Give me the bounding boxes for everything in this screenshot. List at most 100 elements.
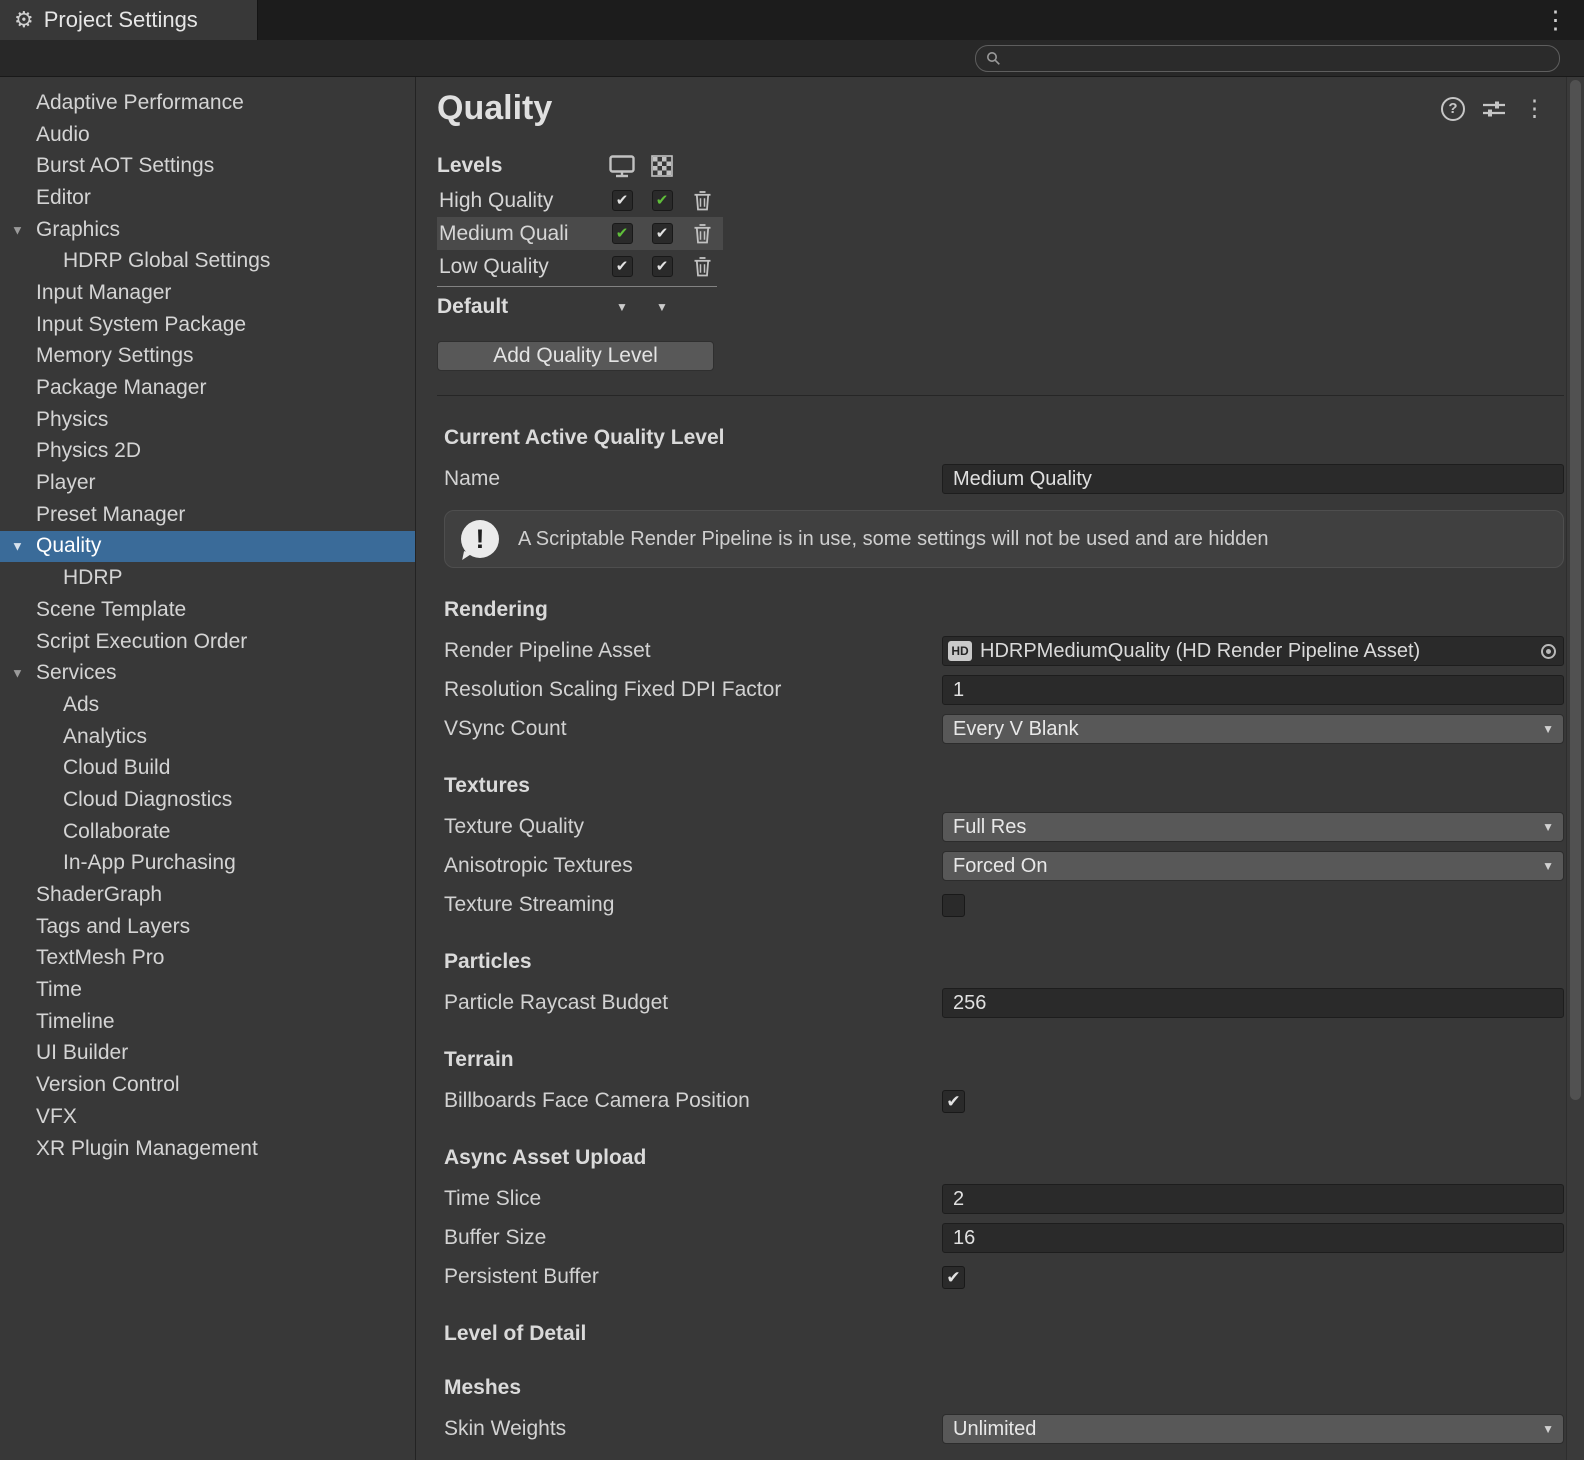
sidebar-item-physics[interactable]: Physics: [0, 404, 415, 436]
sidebar-item-in-app-purchasing[interactable]: In-App Purchasing: [0, 848, 415, 880]
default-dropdown-col1-icon[interactable]: ▼: [616, 300, 628, 314]
sidebar-item-package-manager[interactable]: Package Manager: [0, 372, 415, 404]
level-checkbox-col2[interactable]: ✔: [652, 190, 673, 211]
delete-level-button[interactable]: [693, 190, 712, 211]
quality-level-name: Low Quality: [437, 255, 602, 279]
trash-icon: [693, 223, 712, 244]
search-input[interactable]: [1008, 48, 1549, 69]
level-checkbox-col1[interactable]: ✔: [612, 190, 633, 211]
window-body: Adaptive Performance Audio Burst AOT Set…: [0, 77, 1584, 1460]
name-field[interactable]: Medium Quality: [942, 464, 1564, 494]
quality-settings-panel: Quality ? ⋮ Levels: [416, 77, 1566, 1460]
vertical-scrollbar[interactable]: [1566, 77, 1584, 1460]
sidebar-item-burst-aot-settings[interactable]: Burst AOT Settings: [0, 150, 415, 182]
sidebar-item-player[interactable]: Player: [0, 467, 415, 499]
skin-weights-label: Skin Weights: [437, 1417, 942, 1441]
hdrp-asset-icon: HD: [948, 641, 972, 661]
sidebar-item-timeline[interactable]: Timeline: [0, 1006, 415, 1038]
foldout-open-icon[interactable]: ▼: [11, 666, 24, 681]
sidebar-item-textmesh-pro[interactable]: TextMesh Pro: [0, 943, 415, 975]
sidebar-item-time[interactable]: Time: [0, 974, 415, 1006]
billboards-face-camera-checkbox[interactable]: ✔: [942, 1090, 965, 1113]
check-icon: ✔: [946, 1093, 960, 1110]
sidebar-item-ui-builder[interactable]: UI Builder: [0, 1038, 415, 1070]
default-dropdown-col2-icon[interactable]: ▼: [656, 300, 668, 314]
section-textures: Textures: [444, 774, 1564, 798]
buffer-size-field[interactable]: 16: [942, 1223, 1564, 1253]
quality-level-row-medium[interactable]: Medium Quali ✔ ✔: [437, 217, 723, 250]
sidebar-item-services[interactable]: ▼Services: [0, 657, 415, 689]
project-settings-window: ⚙ Project Settings ⋮ Adaptive Performanc…: [0, 0, 1584, 1460]
help-icon[interactable]: ?: [1441, 97, 1465, 121]
sidebar-item-analytics[interactable]: Analytics: [0, 721, 415, 753]
section-rendering: Rendering: [444, 598, 1564, 622]
window-menu-button[interactable]: ⋮: [1527, 0, 1584, 40]
tab-title: Project Settings: [44, 7, 198, 33]
dpi-factor-field[interactable]: 1: [942, 675, 1564, 705]
sidebar: Adaptive Performance Audio Burst AOT Set…: [0, 77, 416, 1460]
sidebar-item-cloud-diagnostics[interactable]: Cloud Diagnostics: [0, 784, 415, 816]
sidebar-item-preset-manager[interactable]: Preset Manager: [0, 499, 415, 531]
foldout-open-icon[interactable]: ▼: [11, 222, 24, 237]
sidebar-item-audio[interactable]: Audio: [0, 119, 415, 151]
sidebar-item-scene-template[interactable]: Scene Template: [0, 594, 415, 626]
tab-project-settings[interactable]: ⚙ Project Settings: [0, 0, 258, 40]
texture-streaming-checkbox[interactable]: ✔: [942, 894, 965, 917]
sidebar-item-graphics[interactable]: ▼Graphics: [0, 214, 415, 246]
level-checkbox-col2[interactable]: ✔: [652, 223, 673, 244]
billboards-face-camera-label: Billboards Face Camera Position: [437, 1089, 942, 1113]
chevron-down-icon: ▼: [1542, 1422, 1554, 1436]
quality-level-name: High Quality: [437, 189, 602, 213]
sidebar-item-adaptive-performance[interactable]: Adaptive Performance: [0, 87, 415, 119]
scrollbar-thumb[interactable]: [1570, 80, 1581, 1100]
section-meshes: Meshes: [444, 1376, 1564, 1400]
sidebar-item-ads[interactable]: Ads: [0, 689, 415, 721]
name-label: Name: [437, 467, 942, 491]
particle-raycast-budget-field[interactable]: 256: [942, 988, 1564, 1018]
panel-menu-icon[interactable]: ⋮: [1523, 95, 1546, 122]
quality-level-row-low[interactable]: Low Quality ✔ ✔: [437, 250, 723, 283]
quality-level-row-high[interactable]: High Quality ✔ ✔: [437, 184, 723, 217]
sidebar-item-hdrp-global-settings[interactable]: HDRP Global Settings: [0, 245, 415, 277]
sidebar-item-xr-plugin-management[interactable]: XR Plugin Management: [0, 1133, 415, 1165]
sidebar-item-quality[interactable]: ▼Quality: [0, 531, 415, 563]
sidebar-item-physics-2d[interactable]: Physics 2D: [0, 436, 415, 468]
skin-weights-dropdown[interactable]: Unlimited ▼: [942, 1414, 1564, 1444]
object-picker-icon[interactable]: [1537, 640, 1559, 662]
sidebar-item-script-execution-order[interactable]: Script Execution Order: [0, 626, 415, 658]
sidebar-item-shadergraph[interactable]: ShaderGraph: [0, 879, 415, 911]
level-checkbox-col1[interactable]: ✔: [612, 223, 633, 244]
foldout-open-icon[interactable]: ▼: [11, 539, 24, 554]
sidebar-item-vfx[interactable]: VFX: [0, 1101, 415, 1133]
presets-icon[interactable]: [1482, 99, 1506, 119]
trash-icon: [693, 256, 712, 277]
sidebar-item-input-manager[interactable]: Input Manager: [0, 277, 415, 309]
sidebar-item-tags-and-layers[interactable]: Tags and Layers: [0, 911, 415, 943]
level-checkbox-col1[interactable]: ✔: [612, 256, 633, 277]
srp-info-text: A Scriptable Render Pipeline is in use, …: [518, 528, 1268, 551]
default-quality-row: Default ▼ ▼: [437, 289, 723, 325]
sidebar-item-version-control[interactable]: Version Control: [0, 1069, 415, 1101]
texture-quality-dropdown[interactable]: Full Res ▼: [942, 812, 1564, 842]
sidebar-item-hdrp[interactable]: HDRP: [0, 562, 415, 594]
delete-level-button[interactable]: [693, 223, 712, 244]
anisotropic-textures-dropdown[interactable]: Forced On ▼: [942, 851, 1564, 881]
persistent-buffer-checkbox[interactable]: ✔: [942, 1266, 965, 1289]
desktop-platform-icon: [602, 155, 642, 178]
quality-levels-table: Levels High Quality ✔ ✔ Medium Quali: [437, 148, 723, 325]
texture-streaming-label: Texture Streaming: [437, 893, 942, 917]
render-pipeline-asset-field[interactable]: HD HDRPMediumQuality (HD Render Pipeline…: [942, 636, 1564, 666]
sidebar-item-input-system-package[interactable]: Input System Package: [0, 309, 415, 341]
chevron-down-icon: ▼: [1542, 859, 1554, 873]
search-box[interactable]: [975, 45, 1560, 72]
sidebar-item-cloud-build[interactable]: Cloud Build: [0, 752, 415, 784]
delete-level-button[interactable]: [693, 256, 712, 277]
sidebar-item-collaborate[interactable]: Collaborate: [0, 816, 415, 848]
time-slice-field[interactable]: 2: [942, 1184, 1564, 1214]
sidebar-item-editor[interactable]: Editor: [0, 182, 415, 214]
search-icon: [986, 51, 1001, 66]
sidebar-item-memory-settings[interactable]: Memory Settings: [0, 341, 415, 373]
vsync-count-dropdown[interactable]: Every V Blank ▼: [942, 714, 1564, 744]
level-checkbox-col2[interactable]: ✔: [652, 256, 673, 277]
add-quality-level-button[interactable]: Add Quality Level: [437, 341, 714, 371]
